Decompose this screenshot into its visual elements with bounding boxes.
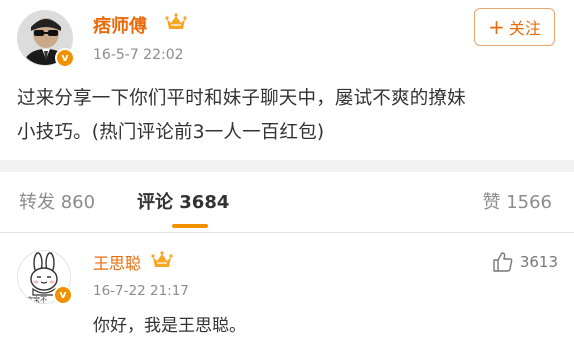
thumbs-up-icon bbox=[493, 252, 513, 272]
post-timestamp: 16-5-7 22:02 bbox=[93, 47, 184, 63]
post-content: 过来分享一下你们平时和妹子聊天中，屡试不爽的撩妹 小技巧。(热门评论前3一人一百… bbox=[17, 82, 562, 150]
post-content-line: 小技巧。(热门评论前3一人一百红包) bbox=[17, 122, 325, 143]
tab-comment[interactable]: 评论 3684 bbox=[137, 188, 229, 214]
post-content-line: 过来分享一下你们平时和妹子聊天中，屡试不爽的撩妹 bbox=[17, 88, 466, 109]
active-tab-indicator bbox=[172, 224, 208, 228]
post-author-name[interactable]: 痞师傅 bbox=[93, 12, 147, 38]
vip-crown-icon bbox=[165, 13, 187, 29]
weibo-post: v 痞师傅 16-5-7 22:02 + 关注 过来分享一下你们平时和妹子聊天中… bbox=[0, 0, 574, 160]
vip-crown-icon bbox=[151, 251, 173, 267]
comment-text: 你好，我是王思聪。 bbox=[93, 316, 246, 336]
comment-author-name[interactable]: 王思聪 bbox=[93, 250, 141, 274]
follow-label: 关注 bbox=[508, 19, 541, 38]
plus-icon: + bbox=[488, 15, 505, 39]
interaction-tabs: 转发 860 评论 3684 赞 1566 bbox=[0, 172, 574, 232]
follow-button[interactable]: + 关注 bbox=[474, 8, 555, 46]
tab-repost[interactable]: 转发 860 bbox=[19, 188, 95, 214]
verified-v-icon: v bbox=[55, 48, 75, 68]
comment-item: 宝宝不 v 王思聪 3613 16-7-22 21:17 你好，我是王思聪。 bbox=[0, 233, 574, 351]
tab-like[interactable]: 赞 1566 bbox=[482, 188, 552, 214]
avatar-caption: 宝宝不 bbox=[26, 295, 47, 304]
section-divider bbox=[0, 160, 574, 172]
verified-v-icon: v bbox=[53, 285, 73, 305]
comment-like-count: 3613 bbox=[519, 253, 558, 271]
comment-timestamp: 16-7-22 21:17 bbox=[93, 283, 189, 299]
comment-like-button[interactable]: 3613 bbox=[492, 251, 558, 273]
